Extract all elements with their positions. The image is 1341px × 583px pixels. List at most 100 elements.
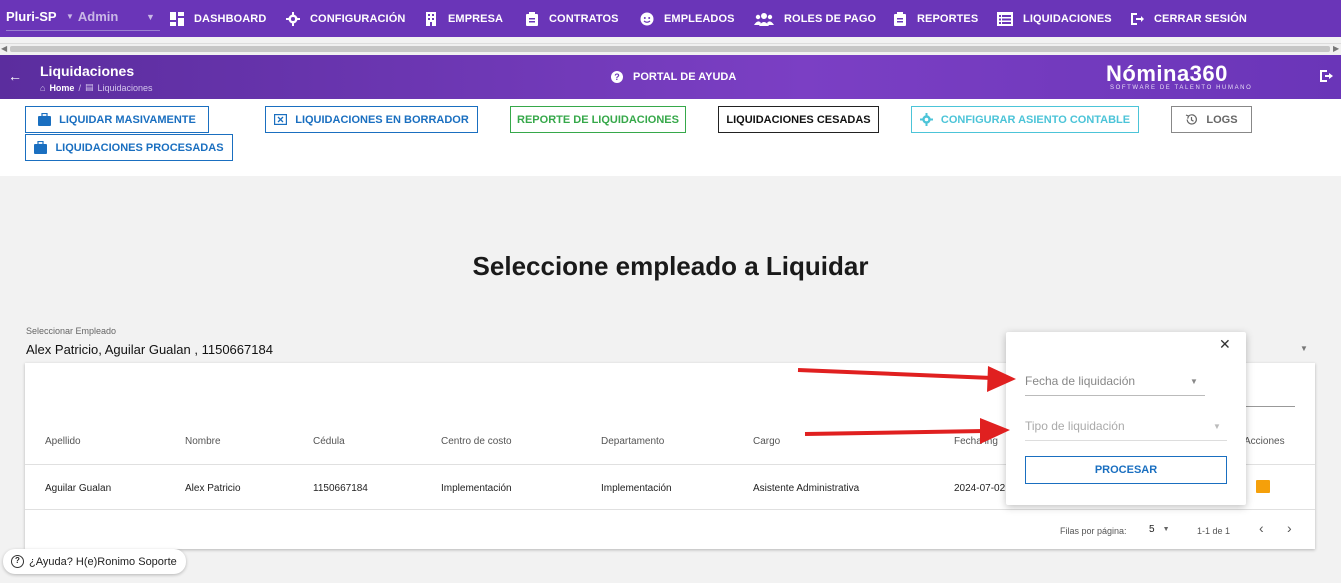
exit-icon[interactable] [1319,69,1333,83]
reporte-de-liquidaciones-button[interactable]: REPORTE DE LIQUIDACIONES [510,106,686,133]
clipboard-icon [893,12,907,26]
nav-dashboard-label: DASHBOARD [194,13,267,25]
liquidaciones-en-borrador-label: LIQUIDACIONES EN BORRADOR [295,113,469,126]
tipo-caret-icon[interactable]: ▼ [1213,422,1221,431]
employee-select-caret-icon[interactable]: ▼ [1300,344,1308,353]
role-caret-icon: ▼ [66,12,74,21]
nav-cerrar-sesion[interactable]: CERRAR SESIÓN [1130,12,1247,26]
support-help-pill[interactable]: ? ¿Ayuda? H(e)Ronimo Soporte [3,549,186,574]
section-title: Seleccione empleado a Liquidar [472,251,869,281]
logs-label: LOGS [1206,113,1238,126]
horizontal-scrollbar[interactable]: ◀ ▶ [0,43,1341,55]
clipboard-icon [525,12,539,26]
company-underline [6,30,160,31]
back-arrow-icon[interactable]: ← [8,68,22,84]
prev-page-icon[interactable]: ‹ [1259,520,1264,536]
building-icon [424,12,438,26]
table-footer-divider [25,509,1315,510]
header-cedula[interactable]: Cédula [313,436,345,447]
employee-select-label: Seleccionar Empleado [26,326,117,336]
home-icon[interactable]: ⌂ [40,83,45,93]
cell-centro-de-costo: Implementación [441,483,512,494]
breadcrumb-separator: / [78,82,81,93]
header-fecha-ingreso[interactable]: Fecha ing [954,436,998,447]
cell-nombre: Alex Patricio [185,483,241,494]
close-icon[interactable]: ✕ [1219,336,1231,353]
header-acciones: Acciones [1244,436,1285,447]
breadcrumb: ⌂ Home / ▤ Liquidaciones [40,82,153,93]
breadcrumb-home[interactable]: Home [49,83,74,93]
header-centro-de-costo[interactable]: Centro de costo [441,436,512,447]
role-label: Admin [77,9,119,24]
question-circle-icon: ? [11,555,24,568]
page-header: ← Liquidaciones ⌂ Home / ▤ Liquidaciones… [0,55,1341,99]
nav-dashboard[interactable]: DASHBOARD [170,12,266,26]
logs-button[interactable]: LOGS [1171,106,1252,133]
help-icon: ? [611,71,623,83]
scroll-right-icon[interactable]: ▶ [1333,44,1339,53]
fecha-caret-icon[interactable]: ▼ [1190,377,1198,386]
company-name[interactable]: Pluri-SP [6,9,57,24]
history-icon [1186,114,1198,125]
configurar-asiento-contable-button[interactable]: CONFIGURAR ASIENTO CONTABLE [911,106,1139,133]
fecha-field-underline [1025,395,1205,396]
company-dropdown-icon[interactable]: ▼ [146,12,155,22]
nav-contratos[interactable]: CONTRATOS [525,12,619,26]
liquidaciones-procesadas-label: LIQUIDACIONES PROCESADAS [55,141,224,154]
cell-cargo: Asistente Administrativa [753,483,860,494]
nav-roles-de-pago-label: ROLES DE PAGO [784,13,877,25]
liquidaciones-cesadas-button[interactable]: LIQUIDACIONES CESADAS [718,106,879,133]
header-departamento[interactable]: Departamento [601,436,664,447]
breadcrumb-current: Liquidaciones [97,82,153,93]
nav-empleados[interactable]: EMPLEADOS [640,12,735,26]
liquidaciones-en-borrador-button[interactable]: LIQUIDACIONES EN BORRADOR [265,106,478,133]
nav-cerrar-sesion-label: CERRAR SESIÓN [1154,13,1247,25]
fecha-liquidacion-field[interactable]: Fecha de liquidación [1025,374,1135,388]
nav-empleados-label: EMPLEADOS [664,13,735,25]
scroll-left-icon[interactable]: ◀ [1,44,7,53]
nav-liquidaciones[interactable]: LIQUIDACIONES [997,12,1112,26]
header-apellido[interactable]: Apellido [45,436,81,447]
cell-cedula: 1150667184 [313,483,368,494]
nav-empresa-label: EMPRESA [448,13,504,25]
rows-per-page-caret-icon: ▼ [1162,526,1170,533]
liquidaciones-cesadas-label: LIQUIDACIONES CESADAS [726,113,871,126]
nav-empresa[interactable]: EMPRESA [424,12,503,26]
table-search-field[interactable] [1245,406,1295,407]
liquidar-masivamente-label: LIQUIDAR MASIVAMENTE [59,113,196,126]
nav-configuracion-label: CONFIGURACIÓN [310,13,406,25]
cell-departamento: Implementación [601,483,672,494]
help-portal-link[interactable]: ? PORTAL DE AYUDA [611,71,736,83]
brand-logo: Nómina360 [1106,61,1228,86]
header-nombre[interactable]: Nombre [185,436,221,447]
employee-select[interactable]: Alex Patricio, Aguilar Gualan , 11506671… [26,342,273,357]
procesar-button[interactable]: PROCESAR [1025,456,1227,484]
next-page-icon[interactable]: › [1287,520,1292,536]
pagination-range: 1-1 de 1 [1197,526,1231,536]
gear-icon [286,12,300,26]
rows-per-page-select[interactable]: 5 ▼ [1149,524,1170,535]
dashboard-icon [170,12,184,26]
nav-liquidaciones-label: LIQUIDACIONES [1023,13,1112,25]
cell-apellido: Aguilar Gualan [45,483,112,494]
top-navbar: Pluri-SP ▼ Admin ▼ DASHBOARD CONFIGURACI… [0,0,1341,37]
liquidaciones-procesadas-button[interactable]: LIQUIDACIONES PROCESADAS [25,134,233,161]
tipo-liquidacion-field[interactable]: Tipo de liquidación [1025,419,1125,433]
rows-per-page-value: 5 [1149,524,1155,535]
nav-roles-de-pago[interactable]: ROLES DE PAGO [754,12,876,26]
face-icon [640,12,654,26]
cell-fecha-ingreso: 2024-07-02 [954,483,1006,494]
nav-reportes[interactable]: REPORTES [893,12,978,26]
delete-box-icon [274,114,288,126]
liquidar-masivamente-button[interactable]: LIQUIDAR MASIVAMENTE [25,106,209,133]
help-portal-label: PORTAL DE AYUDA [633,71,737,83]
briefcase-icon [34,141,48,154]
breadcrumb-clipboard-icon: ▤ [84,82,94,92]
scrollbar-thumb[interactable] [10,46,1330,52]
nav-configuracion[interactable]: CONFIGURACIÓN [286,12,405,26]
liquidar-action-button[interactable] [1256,480,1270,493]
reporte-de-liquidaciones-label: REPORTE DE LIQUIDACIONES [517,113,679,126]
header-cargo[interactable]: Cargo [753,436,780,447]
role-selector[interactable]: ▼ Admin [66,9,118,24]
list-icon [997,12,1013,26]
